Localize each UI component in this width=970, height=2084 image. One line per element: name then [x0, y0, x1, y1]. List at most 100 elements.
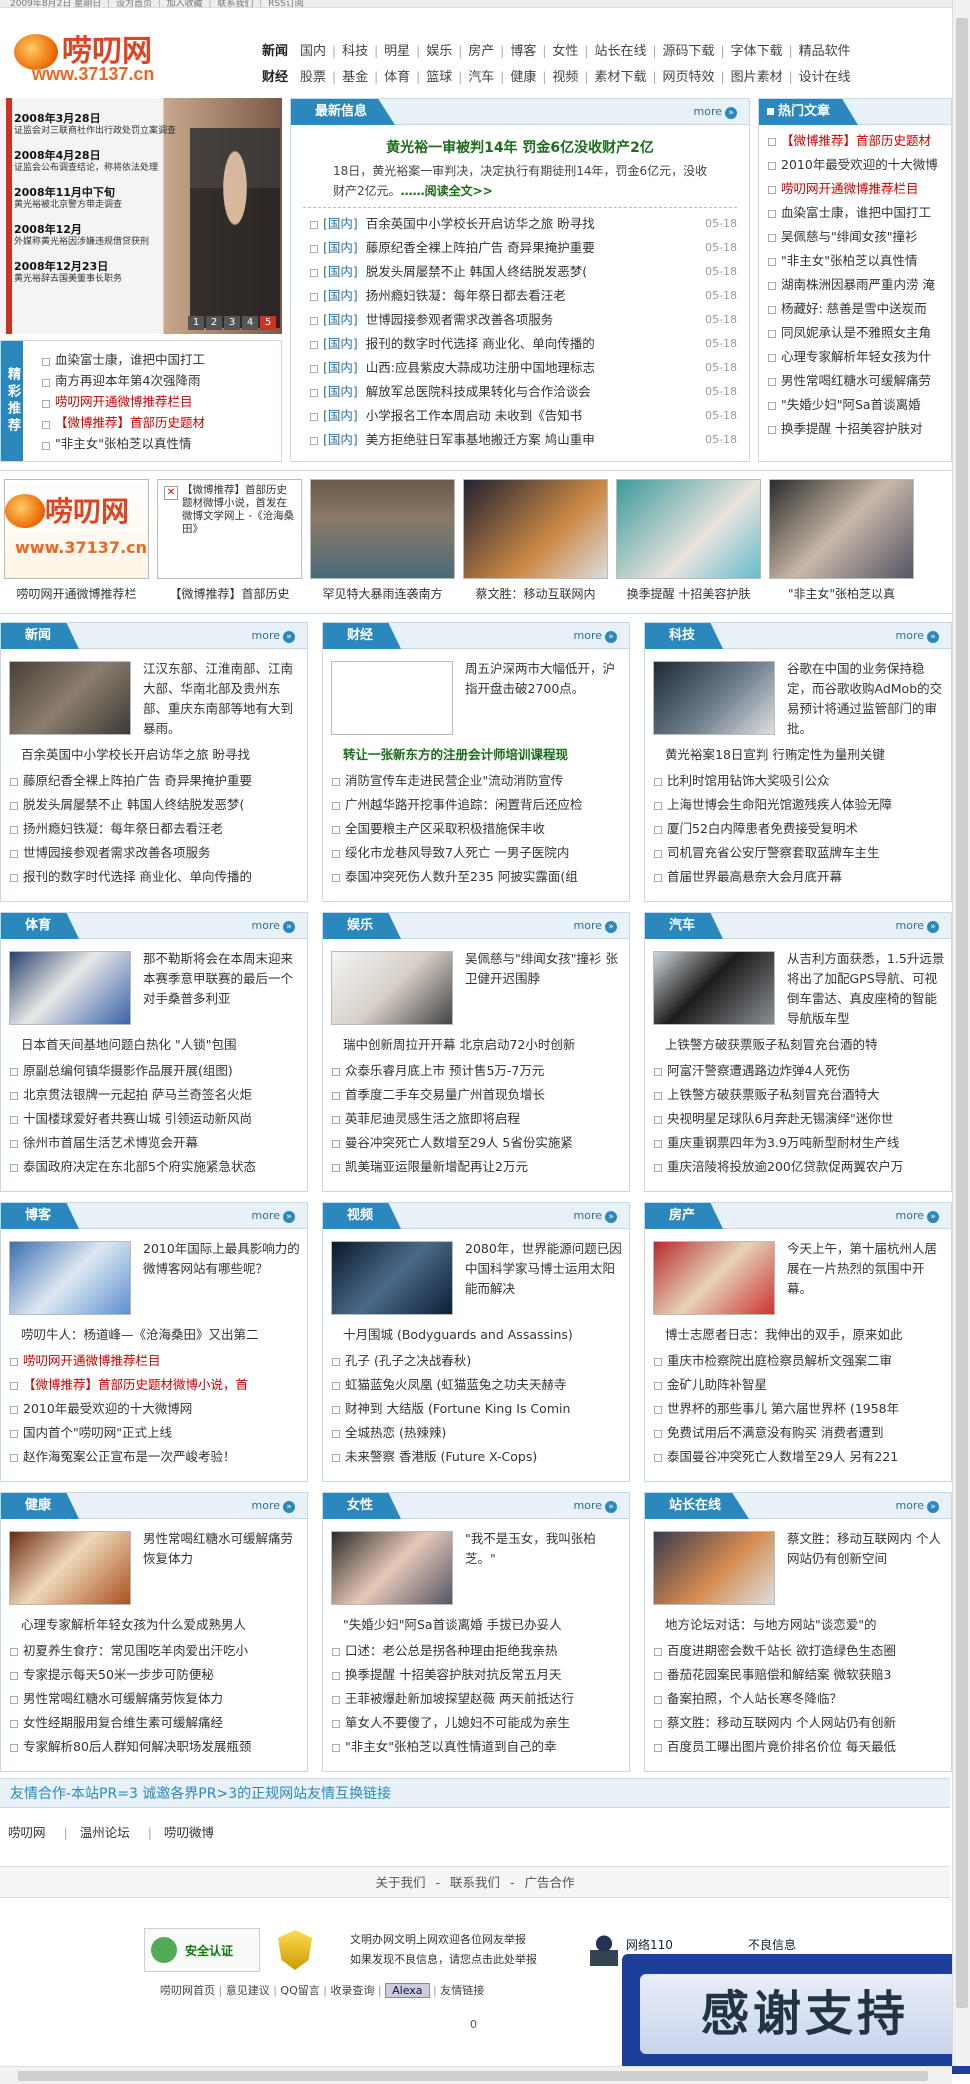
section-item[interactable]: 厦门52白内障患者免费接受复明术: [649, 817, 949, 841]
section-title[interactable]: 汽车: [645, 913, 724, 939]
nav-link[interactable]: 健康: [510, 70, 536, 85]
section-more-link[interactable]: more: [896, 1209, 940, 1223]
section-title[interactable]: 科技: [645, 623, 724, 649]
section-image[interactable]: [331, 661, 453, 735]
gallery-item[interactable]: "非主女"张柏芝以真: [769, 479, 914, 609]
section-item[interactable]: 上铁警方破获票贩子私刻冒充台酒特大: [649, 1083, 949, 1107]
section-image[interactable]: [653, 951, 775, 1025]
section-item[interactable]: 专家提示每天50米一步步可防便秘: [5, 1663, 305, 1687]
section-title[interactable]: 房产: [645, 1203, 724, 1229]
section-title[interactable]: 女性: [323, 1493, 402, 1519]
section-lead[interactable]: 心理专家解析年轻女孩为什么爱成熟男人: [21, 1613, 305, 1637]
section-item[interactable]: 备案拍照，个人站长寒冬降临？: [649, 1687, 949, 1711]
latest-item-title[interactable]: 百余英国中小学校长开启访华之旅 盼寻找: [366, 216, 595, 231]
hot-item[interactable]: 同凤妮承认是不雅照女主角: [763, 321, 947, 345]
section-item[interactable]: 比利时馆用钻饰大奖吸引公众: [649, 769, 949, 793]
recommend-item[interactable]: 血染富士康，谁把中国打工: [37, 349, 277, 370]
section-lead[interactable]: 地方论坛对话：与地方网站"谈恋爱"的: [665, 1613, 949, 1637]
latest-item[interactable]: [国内] 扬州瘾妇铁凝：每年祭日都去看汪老 05-18: [305, 284, 741, 308]
nav-link[interactable]: 字体下载: [731, 44, 783, 59]
gallery-image[interactable]: [463, 479, 608, 579]
section-item[interactable]: 广州越华路开挖事件追踪：闲置背后还应检: [327, 793, 627, 817]
nav-link[interactable]: 精品软件: [799, 44, 851, 59]
slide-page-button[interactable]: 3: [224, 316, 240, 330]
section-item[interactable]: 重庆重钢票四年为3.9万吨新型耐材生产线: [649, 1131, 949, 1155]
section-item[interactable]: 未来警察 香港版 (Future X-Cops): [327, 1445, 627, 1469]
section-lead[interactable]: 日本首天间基地问题白热化 "人锁"包围: [21, 1033, 305, 1057]
section-item[interactable]: 女性经期服用复合维生素可缓解痛经: [5, 1711, 305, 1735]
section-item[interactable]: 唠叨网开通微博推荐栏目: [5, 1349, 305, 1373]
slide-page-button[interactable]: 5: [260, 316, 276, 330]
nav-link[interactable]: 站长在线: [594, 44, 646, 59]
section-item[interactable]: 扬州瘾妇铁凝：每年祭日都去看汪老: [5, 817, 305, 841]
latest-item[interactable]: [国内] 脱发头屑屡禁不止 韩国人终结脱发恶梦(05-18: [305, 260, 741, 284]
section-item[interactable]: 百度进期密会数千站长 欲打造绿色生态圈: [649, 1639, 949, 1663]
hot-item[interactable]: 2010年最受欢迎的十大微博: [763, 153, 947, 177]
section-item[interactable]: 世界杯的那些事儿 第六届世界杯 (1958年: [649, 1397, 949, 1421]
section-item[interactable]: "非主女"张柏芝以真性情道到自己的幸: [327, 1735, 627, 1759]
section-title[interactable]: 娱乐: [323, 913, 402, 939]
ads-link[interactable]: 广告合作: [524, 1875, 574, 1890]
latest-item-title[interactable]: 脱发头屑屡禁不止 韩国人终结脱发恶梦(: [366, 264, 587, 279]
section-item[interactable]: 口述：老公总是拐各种理由拒绝我亲热: [327, 1639, 627, 1663]
section-item[interactable]: 泰国政府决定在东北部5个府实施紧急状态: [5, 1155, 305, 1179]
latest-item-category[interactable]: [国内]: [323, 288, 358, 303]
nav-link[interactable]: 篮球: [426, 70, 452, 85]
section-more-link[interactable]: more: [896, 629, 940, 643]
section-item[interactable]: 免费试用后不满意没有购买 消费者遭到: [649, 1421, 949, 1445]
gallery-caption[interactable]: 【微博推荐】首部历史: [157, 585, 302, 602]
latest-more-link[interactable]: more: [694, 105, 738, 119]
gallery-item[interactable]: ✕ 【微博推荐】首部历史题材微博小说，首发在微博文学网上 -《沧海桑田》 【微博推荐…: [157, 479, 302, 609]
section-item[interactable]: 【微博推荐】首部历史题材微博小说，首: [5, 1373, 305, 1397]
section-item[interactable]: 2010年最受欢迎的十大微博网: [5, 1397, 305, 1421]
section-title[interactable]: 健康: [1, 1493, 80, 1519]
nav-link[interactable]: 娱乐: [426, 44, 452, 59]
section-image[interactable]: [9, 1241, 131, 1315]
footer-tool-link[interactable]: 友情链接: [440, 1984, 484, 1997]
nav-link[interactable]: 股票: [300, 70, 326, 85]
section-image[interactable]: [9, 661, 131, 735]
read-all-link[interactable]: ……阅读全文>>: [401, 184, 493, 198]
section-item[interactable]: 孔子 (孔子之决战春秋): [327, 1349, 627, 1373]
hot-item[interactable]: 血染富士康，谁把中国打工: [763, 201, 947, 225]
section-item[interactable]: 司机冒充省公安厅警察套取蓝牌车主生: [649, 841, 949, 865]
section-image[interactable]: [653, 1241, 775, 1315]
footer-tool-link[interactable]: 收录查询: [330, 1984, 374, 1997]
section-more-link[interactable]: more: [896, 1499, 940, 1513]
section-item[interactable]: 王菲被爆赴新加坡探望赵薇 两天前抵达行: [327, 1687, 627, 1711]
nav-link[interactable]: 设计在线: [799, 70, 851, 85]
latest-item-category[interactable]: [国内]: [323, 384, 358, 399]
hot-item[interactable]: "非主女"张柏芝以真性情: [763, 249, 947, 273]
hot-item[interactable]: 换季提醒 十招美容护肤对: [763, 417, 947, 441]
section-title[interactable]: 体育: [1, 913, 80, 939]
nav-link[interactable]: 国内: [300, 44, 326, 59]
hot-item[interactable]: 心理专家解析年轻女孩为什: [763, 345, 947, 369]
gallery-image[interactable]: 唠叨网 www.37137.cn: [4, 479, 149, 579]
slide-page-button[interactable]: 4: [242, 316, 258, 330]
section-lead[interactable]: 瑞中创新周拉开开幕 北京启动72小时创新: [343, 1033, 627, 1057]
gold-shield-icon[interactable]: [278, 1930, 312, 1970]
latest-item-title[interactable]: 扬州瘾妇铁凝：每年祭日都去看汪老: [366, 288, 566, 303]
hot-item[interactable]: "失婚少妇"阿Sa首谈离婚: [763, 393, 947, 417]
section-lead[interactable]: 百余英国中小学校长开启访华之旅 盼寻找: [21, 743, 305, 767]
section-lead[interactable]: 十月围城 (Bodyguards and Assassins): [343, 1323, 627, 1347]
section-lead[interactable]: 黄光裕案18日宣判 行贿定性为量刑关键: [665, 743, 949, 767]
section-item[interactable]: 百度员工曝出图片竟价排名价位 每天最低: [649, 1735, 949, 1759]
section-item[interactable]: 首季度二手车交易量广州首现负增长: [327, 1083, 627, 1107]
section-item[interactable]: 换季提醒 十招美容护肤对抗反常五月天: [327, 1663, 627, 1687]
latest-item-title[interactable]: 美方拒绝驻日军事基地搬迁方案 鸠山重申: [366, 432, 595, 447]
section-title[interactable]: 站长在线: [645, 1493, 750, 1519]
gallery-caption[interactable]: "非主女"张柏芝以真: [769, 585, 914, 602]
section-item[interactable]: 阿富汗警察遭遇路边炸弹4人死伤: [649, 1059, 949, 1083]
nav-link[interactable]: 基金: [342, 70, 368, 85]
nav-link[interactable]: 博客: [510, 44, 536, 59]
latest-item-category[interactable]: [国内]: [323, 240, 358, 255]
friend-link[interactable]: 唠叨网: [8, 1825, 46, 1840]
gallery-caption[interactable]: 罕见特大暴雨连袭南方: [310, 585, 455, 602]
nav-category[interactable]: 财经: [262, 70, 288, 85]
section-more-link[interactable]: more: [252, 1499, 296, 1513]
latest-item-category[interactable]: [国内]: [323, 216, 358, 231]
section-item[interactable]: 箪女人不要傻了，儿媳妇不可能成为亲生: [327, 1711, 627, 1735]
gallery-caption[interactable]: 蔡文胜：移动互联网内: [463, 585, 608, 602]
latest-item[interactable]: [国内] 世博园接参观者需求改善各项服务 05-18: [305, 308, 741, 332]
